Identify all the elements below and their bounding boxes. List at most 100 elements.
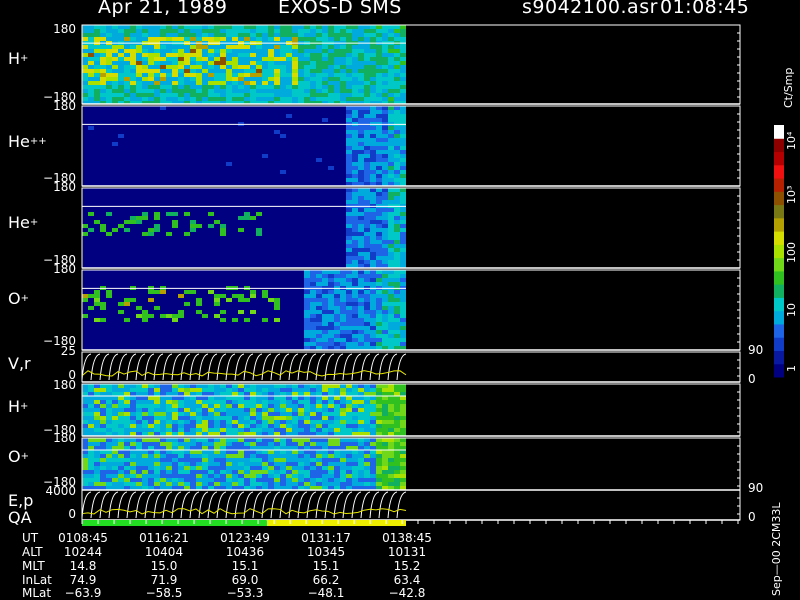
spectrogram-cell xyxy=(100,404,106,408)
spectrogram-cell xyxy=(364,200,370,204)
spectrogram-cell xyxy=(376,420,382,424)
spectrogram-cell xyxy=(274,25,280,29)
spectrogram-cell xyxy=(334,274,340,278)
spectrogram-cell xyxy=(322,302,328,306)
spectrogram-cell xyxy=(376,322,382,326)
spectrogram-cell xyxy=(310,404,316,408)
spectrogram-cell xyxy=(256,232,262,236)
spectrogram-cell xyxy=(352,89,358,93)
spectrogram-cell xyxy=(400,208,406,212)
spectrogram-cell xyxy=(346,314,352,318)
spectrogram-cell xyxy=(268,392,274,396)
spectrogram-cell xyxy=(106,73,112,77)
spectrogram-cell xyxy=(250,458,256,462)
spectrogram-cell xyxy=(160,25,166,29)
spectrogram-cell xyxy=(280,134,286,138)
spectrogram-cell xyxy=(334,450,340,454)
spectrogram-cell xyxy=(370,326,376,330)
spectrogram-cell xyxy=(304,306,310,310)
spectrogram-cell xyxy=(112,85,118,89)
spectrogram-cell xyxy=(304,388,310,392)
spectrogram-cell xyxy=(394,200,400,204)
spectrogram-cell xyxy=(172,470,178,474)
spectrogram-cell xyxy=(214,294,220,298)
spectrogram-cell xyxy=(268,396,274,400)
spectrogram-cell xyxy=(184,97,190,101)
spectrogram-cell xyxy=(340,61,346,65)
spectrogram-cell xyxy=(118,53,124,57)
spectrogram-cell xyxy=(82,408,88,412)
spectrogram-cell xyxy=(382,442,388,446)
spectrogram-cell xyxy=(142,212,148,216)
spectrogram-cell xyxy=(160,404,166,408)
spectrogram-cell xyxy=(304,470,310,474)
spectrogram-cell xyxy=(334,53,340,57)
spectrogram-cell xyxy=(148,314,154,318)
spectrogram-cell xyxy=(358,306,364,310)
spectrogram-cell xyxy=(304,462,310,466)
spectrogram-cell xyxy=(112,438,118,442)
spectrogram-cell xyxy=(262,318,268,322)
spectrogram-cell xyxy=(100,85,106,89)
spectrogram-cell xyxy=(382,428,388,432)
spectrogram-cell xyxy=(256,65,262,69)
spectrogram-cell xyxy=(340,384,346,388)
spectrogram-cell xyxy=(352,388,358,392)
spectrogram-cell xyxy=(112,25,118,29)
spectrogram-cell xyxy=(124,482,130,486)
spectrogram-cell xyxy=(100,65,106,69)
spectrogram-cell xyxy=(232,93,238,97)
spectrogram-cell xyxy=(214,81,220,85)
spectrogram-cell xyxy=(166,404,172,408)
spectrogram-cell xyxy=(340,404,346,408)
spectrogram-cell xyxy=(136,73,142,77)
spectrogram-cell xyxy=(364,306,370,310)
spectrogram-cell xyxy=(376,232,382,236)
spectrogram-cell xyxy=(316,400,322,404)
spectrogram-cell xyxy=(250,384,256,388)
spectrogram-cell xyxy=(166,474,172,478)
spectrogram-cell xyxy=(280,45,286,49)
spectrogram-cell xyxy=(274,420,280,424)
spectrogram-cell xyxy=(178,29,184,33)
spectrogram-cell xyxy=(256,93,262,97)
spectrogram-cell xyxy=(358,154,364,158)
spectrogram-cell xyxy=(322,442,328,446)
spectrogram-cell xyxy=(394,196,400,200)
spectrogram-cell xyxy=(154,29,160,33)
spectrogram-cell xyxy=(154,25,160,29)
spectrogram-cell xyxy=(346,85,352,89)
spectrogram-cell xyxy=(304,428,310,432)
spectrogram-cell xyxy=(292,450,298,454)
spectrogram-cell xyxy=(244,420,250,424)
spectrogram-cell xyxy=(364,400,370,404)
spectrogram-cell xyxy=(112,53,118,57)
spectrogram-cell xyxy=(250,61,256,65)
spectrogram-cell xyxy=(112,420,118,424)
spectrogram-cell xyxy=(262,424,268,428)
spectrogram-cell xyxy=(124,412,130,416)
spectrogram-cell xyxy=(286,392,292,396)
spectrogram-cell xyxy=(316,438,322,442)
spectrogram-cell xyxy=(388,178,394,182)
spectrogram-cell xyxy=(364,314,370,318)
spectrogram-cell xyxy=(274,93,280,97)
spectrogram-cell xyxy=(364,420,370,424)
spectrogram-cell xyxy=(304,85,310,89)
spectrogram-cell xyxy=(256,420,262,424)
spectrogram-cell xyxy=(376,97,382,101)
spectrogram-cell xyxy=(382,384,388,388)
spectrogram-cell xyxy=(130,81,136,85)
spectrogram-cell xyxy=(358,424,364,428)
spectrogram-cell xyxy=(388,290,394,294)
spectrogram-cell xyxy=(196,65,202,69)
spectrogram-cell xyxy=(322,93,328,97)
spectrogram-cell xyxy=(340,424,346,428)
spectrogram-cell xyxy=(370,290,376,294)
spectrogram-cell xyxy=(376,478,382,482)
spectrogram-cell xyxy=(328,45,334,49)
spectrogram-cell xyxy=(328,342,334,346)
spectrogram-cell xyxy=(388,212,394,216)
spectrogram-cell xyxy=(382,454,388,458)
spectrogram-cell xyxy=(238,384,244,388)
